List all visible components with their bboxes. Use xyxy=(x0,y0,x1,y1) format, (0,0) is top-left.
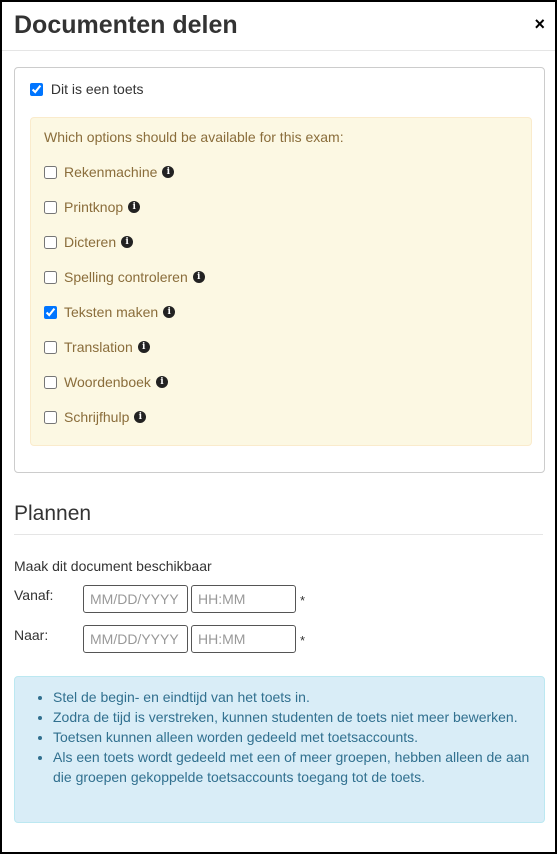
to-date-input[interactable] xyxy=(83,625,188,653)
info-icon[interactable]: i xyxy=(137,341,150,353)
option-checkbox[interactable] xyxy=(44,235,57,249)
from-label: Vanaf: xyxy=(14,587,54,603)
availability-text: Maak dit document beschikbaar xyxy=(14,558,212,574)
option-label: Spelling controleren xyxy=(64,269,188,285)
option-label: Woordenboek xyxy=(64,374,151,390)
option-label: Translation xyxy=(64,339,133,355)
schedule-heading: Plannen xyxy=(14,502,92,525)
close-icon[interactable]: × xyxy=(534,15,545,33)
option-translation: Translation i xyxy=(44,339,150,355)
exam-options-box: Which options should be available for th… xyxy=(30,117,532,446)
option-checkbox[interactable] xyxy=(44,165,57,179)
option-label: Teksten maken xyxy=(64,304,159,320)
option-rekenmachine: Rekenmachine i xyxy=(44,164,175,180)
exam-options-question: Which options should be available for th… xyxy=(44,129,344,145)
required-mark: * xyxy=(300,593,306,608)
info-icon[interactable]: i xyxy=(163,306,176,318)
to-time-input[interactable] xyxy=(191,625,296,653)
option-label: Rekenmachine xyxy=(64,164,158,180)
from-date-input[interactable] xyxy=(83,585,188,613)
is-exam-checkbox[interactable] xyxy=(30,82,43,96)
dialog-header: Documenten delen × xyxy=(2,2,555,51)
info-note: Stel de begin- en eindtijd van het toets… xyxy=(14,676,545,823)
info-list: Stel de begin- en eindtijd van het toets… xyxy=(15,677,544,787)
option-checkbox[interactable] xyxy=(44,270,57,284)
option-checkbox[interactable] xyxy=(44,200,57,214)
to-label: Naar: xyxy=(14,627,49,643)
dialog-title: Documenten delen xyxy=(14,11,238,39)
option-label: Printknop xyxy=(64,199,124,215)
option-checkbox[interactable] xyxy=(44,305,57,319)
option-printknop: Printknop i xyxy=(44,199,141,215)
info-icon[interactable]: i xyxy=(155,376,168,388)
option-dicteren: Dicteren i xyxy=(44,234,134,250)
option-checkbox[interactable] xyxy=(44,410,57,424)
required-mark: * xyxy=(300,633,306,648)
info-icon[interactable]: i xyxy=(192,271,205,283)
option-spelling-controleren: Spelling controleren i xyxy=(44,269,205,285)
option-woordenboek: Woordenboek i xyxy=(44,374,168,390)
exam-toggle-row: Dit is een toets xyxy=(30,80,144,97)
share-documents-dialog: Documenten delen × Dit is een toets Whic… xyxy=(0,0,557,854)
schedule-divider xyxy=(14,534,543,535)
info-icon[interactable]: i xyxy=(121,236,134,248)
info-item: Stel de begin- en eindtijd van het toets… xyxy=(53,687,530,707)
info-icon[interactable]: i xyxy=(128,201,141,213)
option-schrijfhulp: Schrijfhulp i xyxy=(44,409,147,425)
exam-panel: Dit is een toets Which options should be… xyxy=(14,67,545,473)
info-item: Toetsen kunnen alleen worden gedeeld met… xyxy=(53,727,530,747)
info-icon[interactable]: i xyxy=(162,166,175,178)
option-teksten-maken: Teksten maken i xyxy=(44,304,176,320)
option-checkbox[interactable] xyxy=(44,340,57,354)
is-exam-label: Dit is een toets xyxy=(50,81,144,98)
option-label: Schrijfhulp xyxy=(64,409,130,425)
info-item: Zodra de tijd is verstreken, kunnen stud… xyxy=(53,707,530,727)
info-item: Als een toets wordt gedeeld met een of m… xyxy=(53,747,530,787)
from-time-input[interactable] xyxy=(191,585,296,613)
option-checkbox[interactable] xyxy=(44,375,57,389)
option-label: Dicteren xyxy=(64,234,117,250)
info-icon[interactable]: i xyxy=(134,411,147,423)
